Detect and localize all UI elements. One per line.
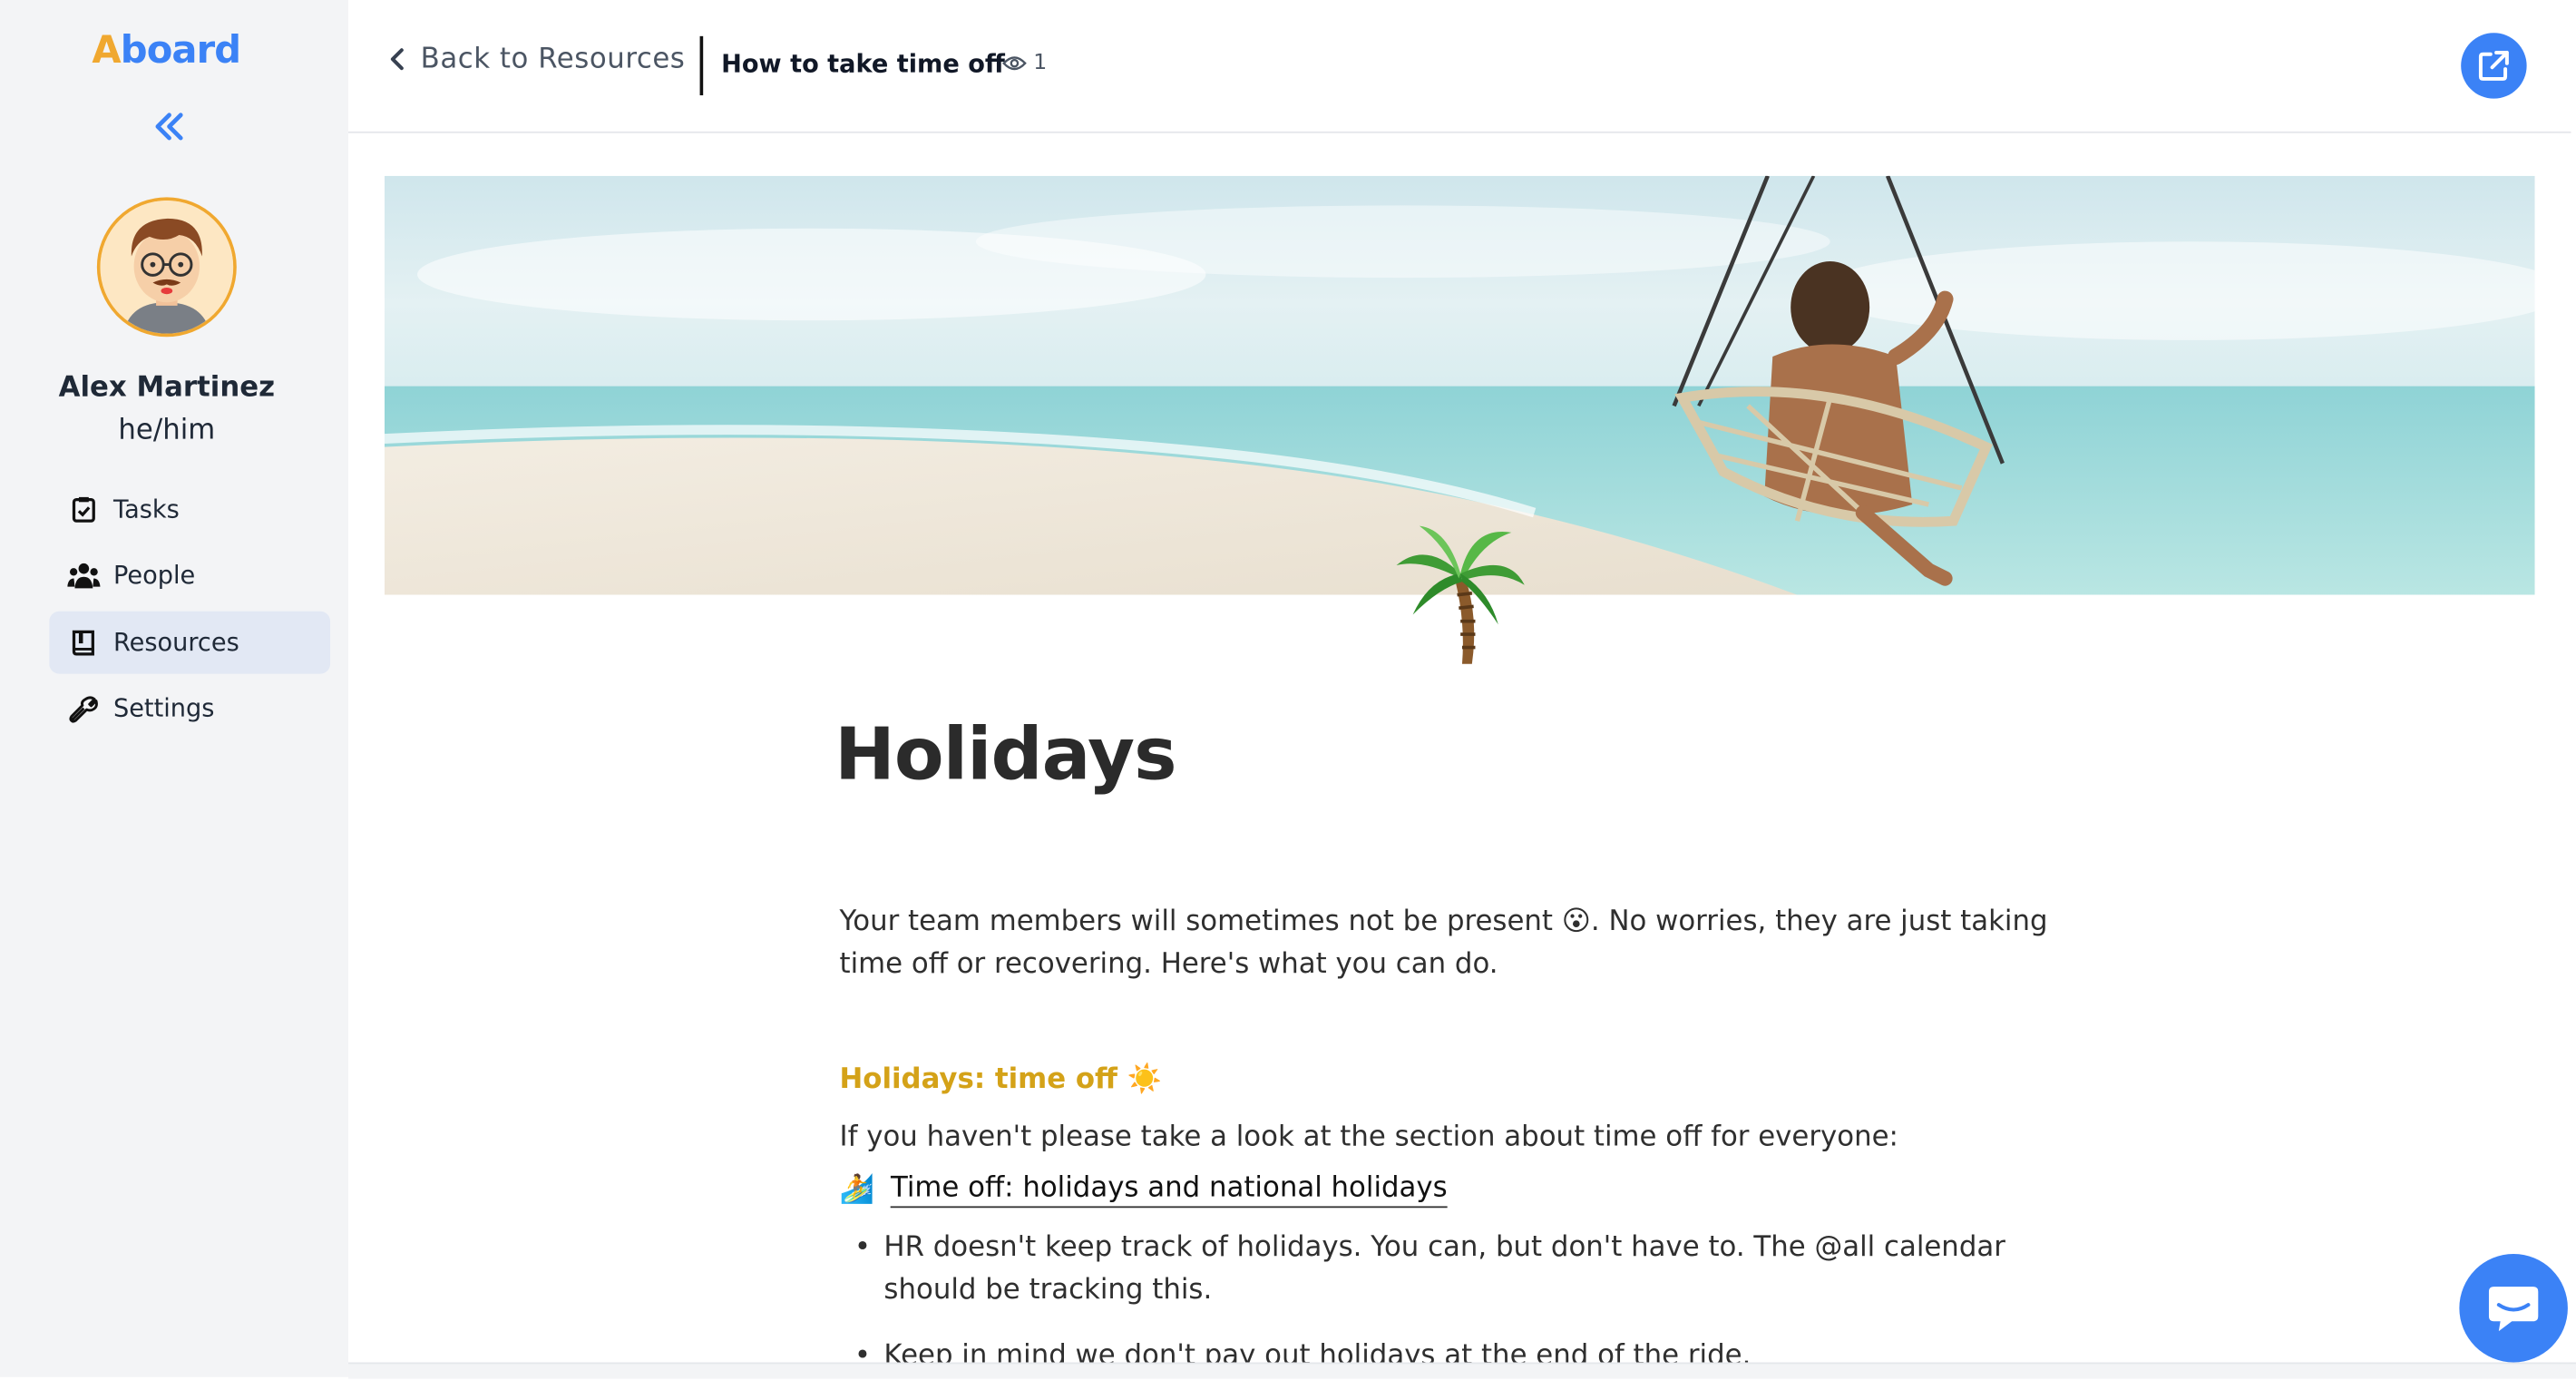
view-count-number: 1 (1033, 51, 1048, 76)
book-icon (67, 626, 100, 659)
section-heading: Holidays: time off ☀️ (840, 1063, 1162, 1096)
external-link-icon (2478, 50, 2509, 81)
surfer-icon: 🏄 (839, 1173, 874, 1207)
section-heading-text: Holidays: time off (839, 1062, 1117, 1097)
sidebar-item-label: Tasks (112, 494, 180, 524)
aboard-logo[interactable]: Aboard (92, 29, 241, 73)
sidebar-item-resources[interactable]: Resources (49, 611, 331, 674)
page-title: How to take time off (721, 49, 1005, 79)
chat-bubble-icon (2488, 1287, 2539, 1332)
top-bar: Back to Resources How to take time off 1 (347, 0, 2571, 133)
sidebar-item-label: Settings (112, 693, 215, 723)
sidebar: Aboard Alex Martinez he/him Tasks People… (0, 0, 348, 1377)
chat-support-button[interactable] (2459, 1253, 2568, 1363)
intro-paragraph: Your team members will sometimes not be … (840, 901, 2089, 986)
user-name: Alex Martinez (58, 371, 276, 405)
intro-text-1: Your team members will sometimes not be … (839, 905, 1554, 939)
back-to-resources-link[interactable]: Back to Resources (387, 43, 685, 75)
palm-tree-icon[interactable] (1390, 516, 1531, 668)
open-external-button[interactable] (2461, 33, 2527, 99)
wrench-icon (67, 692, 100, 725)
time-off-link-label: Time off: holidays and national holidays (890, 1171, 1448, 1209)
logo-letter-a: A (92, 29, 121, 73)
clipboard-check-icon (67, 493, 100, 525)
chevron-left-icon (390, 48, 404, 71)
sidebar-item-people[interactable]: People (49, 544, 330, 607)
back-label: Back to Resources (420, 43, 686, 76)
sidebar-item-tasks[interactable]: Tasks (49, 478, 330, 541)
collapse-sidebar-icon[interactable] (151, 109, 188, 145)
sidebar-item-settings[interactable]: Settings (49, 677, 330, 739)
logo-wordmark: board (120, 29, 241, 73)
eye-icon (1002, 56, 1027, 71)
view-count: 1 (1002, 51, 1047, 75)
list-item: HR doesn't keep track of holidays. You c… (854, 1226, 2103, 1311)
sun-icon: ☀️ (1127, 1062, 1162, 1097)
time-off-page-link[interactable]: 🏄 Time off: holidays and national holida… (839, 1171, 1448, 1209)
document-title: Holidays (834, 713, 1176, 798)
bottom-edge (347, 1362, 2576, 1379)
divider (699, 35, 704, 96)
section-text: If you haven't please take a look at the… (839, 1121, 1898, 1154)
people-icon (67, 559, 101, 592)
surprised-face-icon: 😮 (1561, 905, 1591, 939)
sidebar-item-label: Resources (112, 627, 239, 658)
sidebar-item-label: People (112, 560, 196, 591)
user-pronouns: he/him (118, 414, 216, 447)
avatar[interactable] (96, 197, 237, 338)
